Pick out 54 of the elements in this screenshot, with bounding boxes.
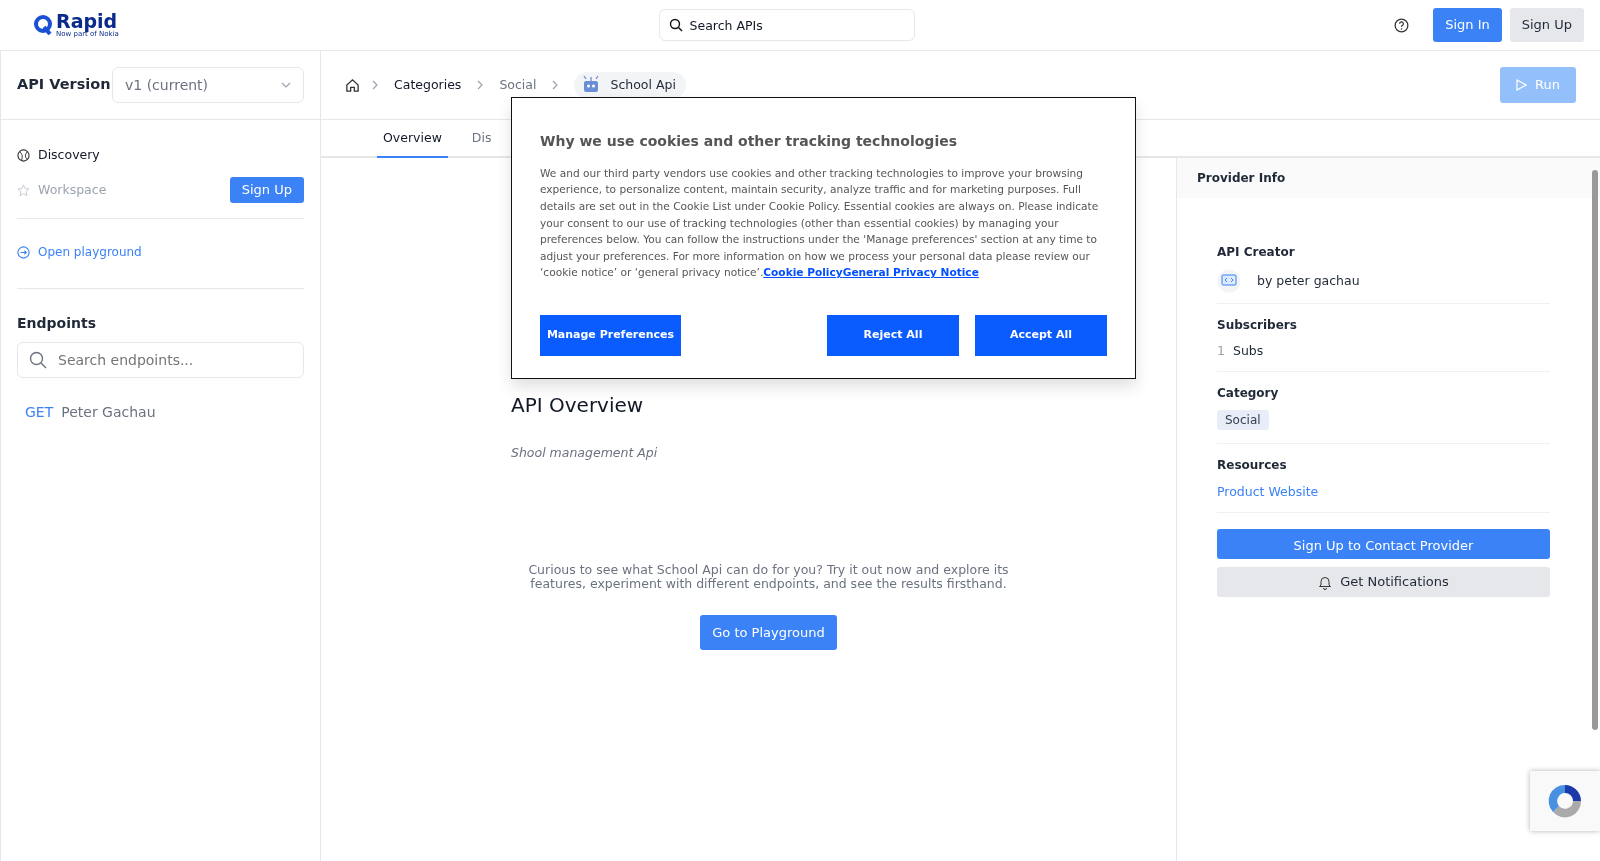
chevron-right-icon: [552, 80, 559, 90]
endpoint-search-field[interactable]: Search endpoints...: [17, 342, 304, 378]
accept-all-button[interactable]: Accept All: [975, 314, 1107, 356]
arrow-circle-icon: [17, 245, 30, 259]
breadcrumb-link[interactable]: Categories: [394, 75, 462, 95]
subscriber-count: 1: [1217, 342, 1225, 360]
dialog-title: Why we use cookies and other tracking technologies: [540, 133, 958, 150]
logo-text: Rapid: [56, 12, 118, 31]
help-icon[interactable]: [1394, 17, 1410, 33]
search-field[interactable]: Search APIs: [658, 9, 915, 41]
cookie-notice-text: We and our third party vendors use cookies and other tracking technologies to improve your browsing experience, to personalize content, maintain security, analyze traffic and for marketing purposes. Full details are set out in the Cookie List under Cookie Policy. Essential cookies are always on. Please indicate your consent to our use of tracking technologies (other than essential cookies) by managing your preferences below. You can follow the instructions under the 'Manage preferences' section at any time to adjust your preferences. For more information on how we process your personal data please review our ‘cookie notice’ or ‘general privacy notice’.Cookie PolicyGeneral Privacy Notice: [540, 165, 1100, 281]
version-select[interactable]: v1 (current): [112, 67, 304, 103]
endpoints-heading: Endpoints: [17, 314, 97, 333]
open-playground-link[interactable]: Open playground: [17, 243, 142, 261]
api-name: School Api: [610, 75, 676, 94]
contact-provider-button[interactable]: Sign Up to Contact Provider: [1217, 529, 1550, 559]
playground-prompt: Curious to see what School Api can do for you? Try it out now and explore its features, experiment with different endpoints, and see the results firsthand.: [527, 562, 1010, 591]
breadcrumb-link[interactable]: Social: [499, 75, 537, 95]
api-description: Shool management Api: [511, 444, 659, 462]
provider-info-heading: Provider Info: [1177, 158, 1600, 198]
tab[interactable]: Overview: [377, 120, 448, 158]
endpoint-item[interactable]: GET Peter Gachau: [25, 402, 296, 423]
scrollbar[interactable]: [1592, 170, 1598, 730]
section-label: Resources: [1217, 457, 1288, 475]
get-notifications-button[interactable]: Get Notifications: [1217, 567, 1550, 597]
chevron-right-icon: [477, 80, 484, 90]
category-tag[interactable]: Social: [1217, 409, 1269, 430]
sign-in-button[interactable]: Sign In: [1433, 8, 1502, 42]
globe-icon: [17, 148, 30, 162]
sign-up-button[interactable]: Sign Up: [1509, 8, 1584, 42]
bell-icon: [1318, 574, 1333, 590]
policy-link[interactable]: General Privacy Notice: [842, 266, 979, 279]
section-label: Subscribers: [1217, 317, 1298, 334]
api-version-label: API Version: [17, 75, 111, 95]
tab[interactable]: Dis: [465, 120, 498, 158]
code-avatar-icon: [1217, 269, 1241, 293]
chevron-down-icon: [281, 82, 291, 88]
star-icon: [17, 183, 30, 197]
play-icon: [1516, 79, 1528, 91]
creator-name: by peter gachau: [1257, 271, 1360, 290]
sign-up-button[interactable]: Sign Up: [229, 177, 304, 203]
policy-link[interactable]: Cookie Policy: [763, 266, 843, 279]
go-to-playground-button[interactable]: Go to Playground: [700, 614, 837, 651]
chevron-right-icon: [372, 80, 378, 90]
reject-all-button[interactable]: Reject All: [827, 314, 959, 356]
subscriber-unit: Subs: [1232, 342, 1264, 360]
manage-preferences-button[interactable]: Manage Preferences: [540, 314, 681, 356]
section-label: Category: [1217, 384, 1280, 402]
product-website-link[interactable]: Product Website: [1217, 484, 1319, 500]
section-label: API Creator: [1217, 244, 1296, 261]
sidebar-nav-item[interactable]: Discovery: [17, 145, 100, 165]
overview-heading: API Overview: [511, 392, 645, 419]
home-icon[interactable]: [345, 77, 360, 93]
logo-icon: [34, 15, 52, 35]
